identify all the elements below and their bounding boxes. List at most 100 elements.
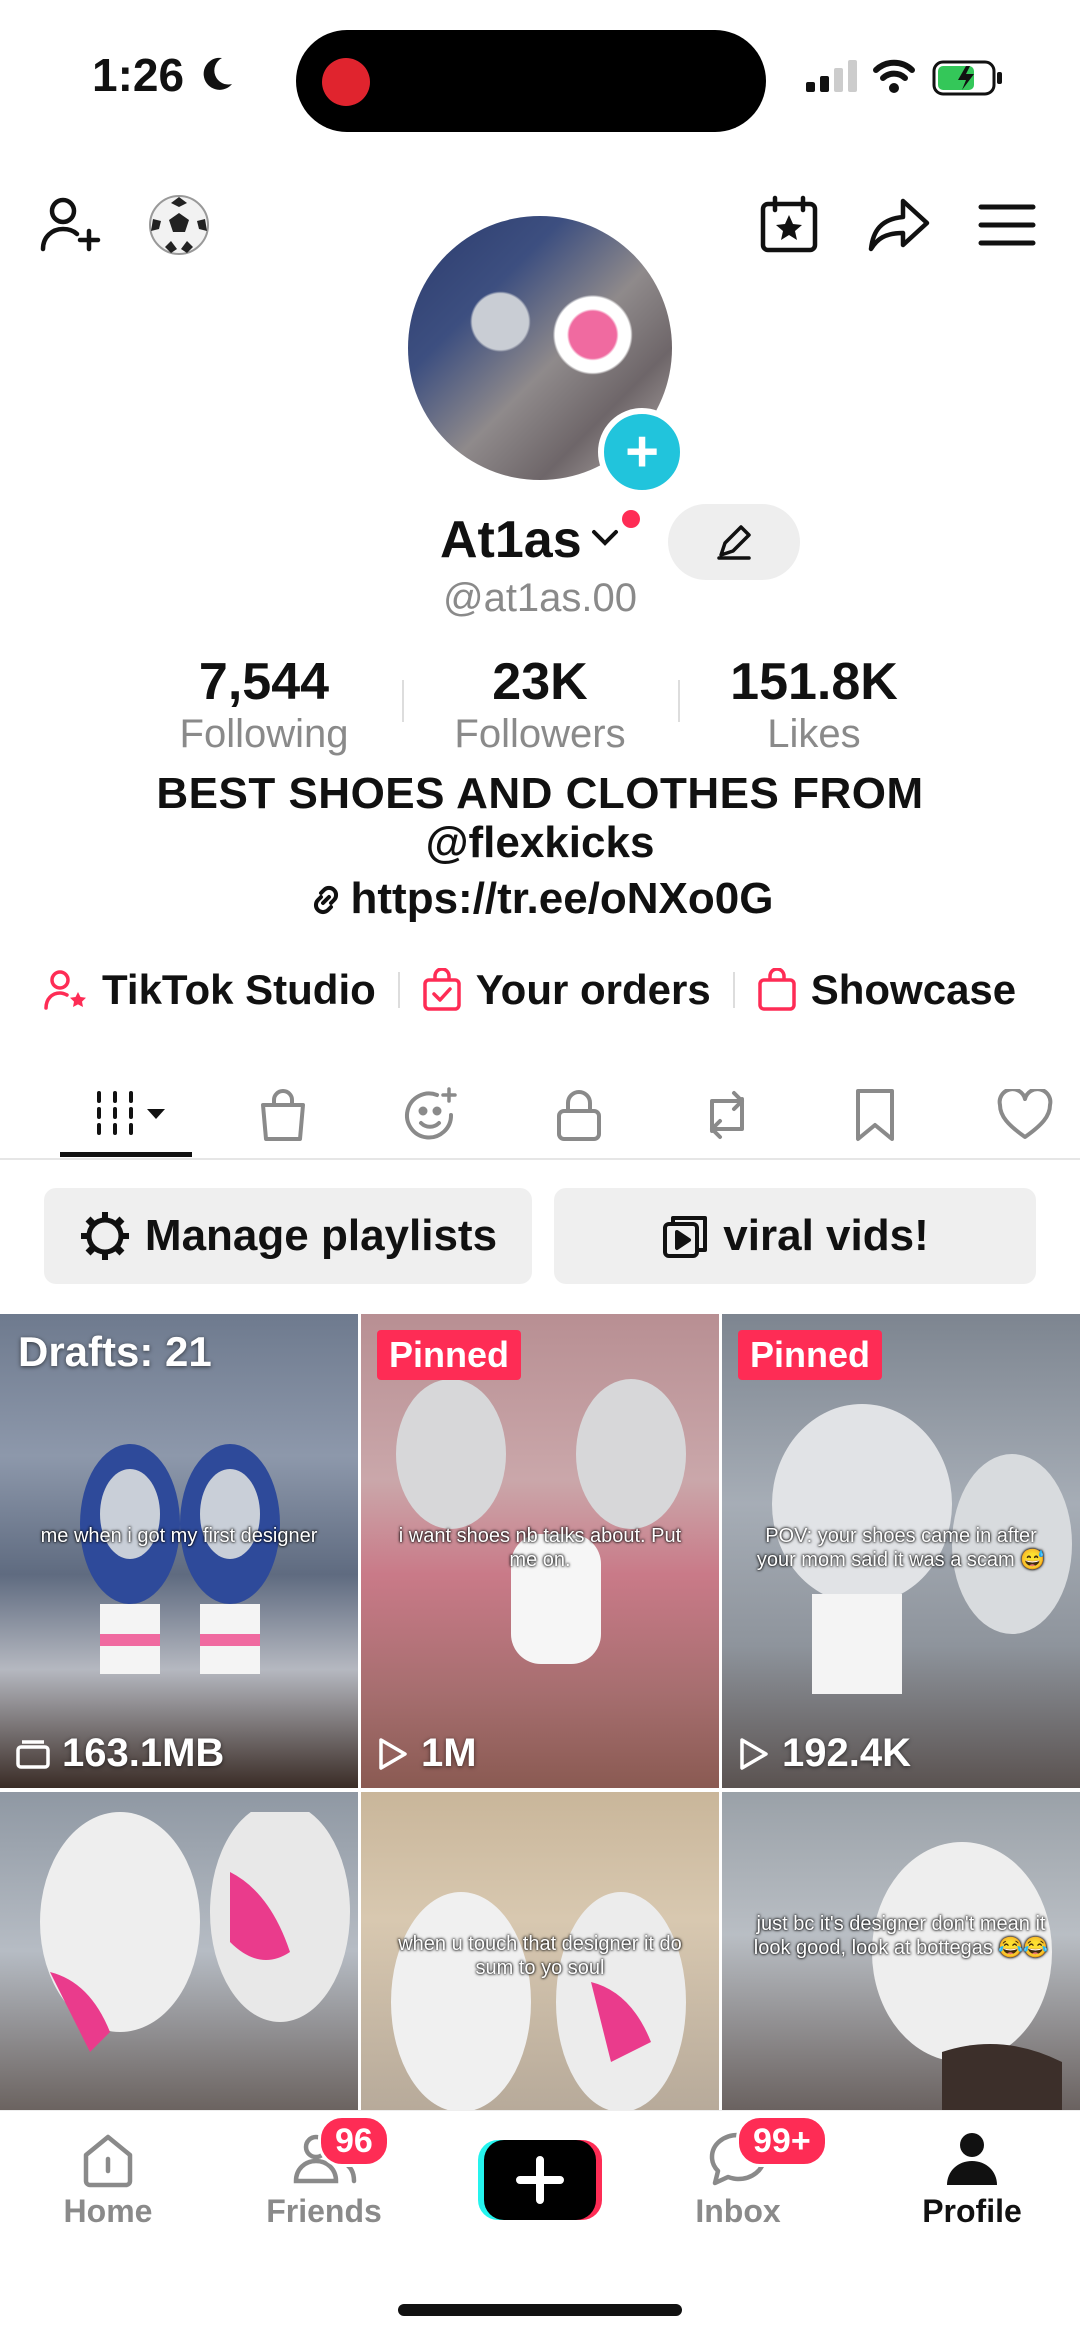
video-thumbnail-pinned-2[interactable]: Pinned POV: your shoes came in after you… (722, 1314, 1080, 1788)
nav-home-label: Home (63, 2193, 153, 2229)
stat-divider (678, 680, 680, 722)
tab-ai-self[interactable] (386, 1070, 476, 1160)
stat-likes[interactable]: 151.8K Likes (694, 652, 934, 757)
repost-icon (710, 1091, 744, 1139)
stat-label: Likes (767, 712, 861, 756)
stat-following[interactable]: 7,544 Following (144, 652, 384, 757)
share-profile-button[interactable] (864, 190, 934, 260)
bio-link-text: https://tr.ee/oNXo0G (350, 874, 774, 923)
video-caption: i want shoes nb talks about. Put me on. (398, 1525, 682, 1571)
stat-value: 23K (492, 653, 588, 711)
video-caption: me when i got my first designer (40, 1525, 318, 1547)
cellular-signal-icon (806, 60, 857, 92)
nav-profile-label: Profile (922, 2193, 1022, 2229)
edit-profile-button[interactable] (668, 504, 800, 580)
account-notification-dot (622, 510, 640, 528)
calendar-star-icon (760, 195, 818, 253)
video-stat-value: 163.1MB (62, 1731, 225, 1775)
gear-icon (80, 1212, 129, 1260)
nav-inbox-label: Inbox (695, 2193, 781, 2229)
manage-playlists-button[interactable]: Manage playlists (44, 1188, 532, 1284)
grid-dropdown-icon (97, 1091, 165, 1135)
stat-value: 7,544 (198, 653, 330, 711)
display-name[interactable]: At1as (440, 510, 582, 570)
link-icon (313, 885, 338, 915)
add-story-button[interactable]: + (598, 408, 686, 496)
stat-divider (402, 680, 404, 722)
hamburger-menu-icon (978, 204, 1036, 246)
pinned-badge: Pinned (377, 1330, 522, 1380)
tiktok-studio-shortcut[interactable]: TikTok Studio (44, 966, 376, 1014)
soccer-ball-button[interactable] (144, 190, 214, 260)
video-thumbnail[interactable]: just bc it's designer don't mean it look… (722, 1792, 1080, 2110)
home-indicator (398, 2304, 682, 2316)
bookmark-icon (856, 1089, 894, 1141)
friends-badge: 96 (318, 2115, 390, 2167)
bio-mention[interactable]: @flexkicks (0, 818, 1080, 868)
inbox-badge: 99+ (736, 2115, 828, 2167)
your-orders-shortcut[interactable]: Your orders (422, 966, 711, 1014)
add-friend-button[interactable] (36, 190, 106, 260)
profile-person-icon (947, 2133, 997, 2185)
showcase-shortcut[interactable]: Showcase (757, 966, 1016, 1014)
video-caption: POV: your shoes came in after your mom s… (756, 1525, 1046, 1571)
stat-label: Followers (454, 712, 626, 756)
video-caption: just bc it's designer don't mean it look… (753, 1913, 1049, 1959)
bio-text: BEST SHOES AND CLOTHES FROM (156, 769, 924, 818)
video-thumbnail-pinned-1[interactable]: Pinned i want shoes nb talks about. Put … (361, 1314, 719, 1788)
shopping-bag-icon (757, 968, 796, 1011)
play-icon (379, 1737, 407, 1770)
menu-button[interactable] (972, 190, 1042, 260)
video-stat: 1M (377, 1731, 477, 1776)
plus-icon: + (625, 419, 659, 484)
profile-tabs (0, 1070, 1080, 1160)
thumbnail-art (872, 1842, 1062, 2110)
playlist-icon (663, 1216, 708, 1258)
lock-icon (557, 1090, 601, 1141)
stat-followers[interactable]: 23K Followers (420, 652, 660, 757)
wifi-icon (873, 59, 915, 93)
active-tab-indicator (60, 1152, 192, 1157)
video-thumbnail[interactable]: when u touch that designer it do sum to … (361, 1792, 719, 2110)
video-stat-value: 1M (421, 1731, 477, 1775)
nav-profile[interactable]: Profile (882, 2129, 1062, 2230)
username: @at1as.00 (442, 576, 638, 620)
your-orders-label: Your orders (475, 966, 711, 1013)
share-arrow-icon (868, 198, 930, 252)
shortcut-divider (397, 972, 400, 1008)
stat-label: Following (179, 712, 349, 756)
playlist-name: viral vids! (723, 1211, 929, 1260)
create-video-button[interactable] (478, 2140, 602, 2220)
home-icon (83, 2134, 133, 2188)
tiktok-studio-label: TikTok Studio (102, 966, 376, 1013)
video-thumbnail[interactable] (0, 1792, 358, 2110)
tab-liked[interactable] (980, 1070, 1070, 1160)
drafts-count: Drafts: 21 (18, 1328, 212, 1375)
thumbnail-art (40, 1812, 350, 2052)
tab-favorites[interactable] (830, 1070, 920, 1160)
tab-videos[interactable] (82, 1070, 182, 1160)
play-icon (740, 1737, 768, 1770)
showcase-label: Showcase (810, 966, 1017, 1013)
stat-value: 151.8K (730, 653, 898, 711)
storage-icon (16, 1739, 50, 1769)
recording-indicator (322, 58, 370, 106)
shortcuts-row: TikTok Studio Your orders Showcase (44, 960, 1016, 1020)
bio-link[interactable]: https://tr.ee/oNXo0G (0, 874, 1080, 924)
nav-home[interactable]: Home (18, 2129, 198, 2230)
shortcut-divider (732, 972, 735, 1008)
video-thumbnail-drafts[interactable]: Drafts: 21 me when i got my first design… (0, 1314, 358, 1788)
chevron-down-icon[interactable] (590, 522, 620, 552)
video-caption: when u touch that designer it do sum to … (398, 1933, 682, 1979)
soccer-ball-icon (149, 195, 209, 255)
shopping-bag-icon (261, 1089, 305, 1141)
tab-private[interactable] (534, 1070, 624, 1160)
heart-icon (997, 1089, 1053, 1139)
tab-reposts[interactable] (682, 1070, 772, 1160)
creator-calendar-button[interactable] (754, 190, 824, 260)
status-time: 1:26 (92, 49, 185, 101)
tab-shop[interactable] (238, 1070, 328, 1160)
nav-friends-label: Friends (266, 2193, 382, 2229)
playlist-viral-vids[interactable]: viral vids! (554, 1188, 1036, 1284)
video-stat: 192.4K (738, 1731, 911, 1776)
